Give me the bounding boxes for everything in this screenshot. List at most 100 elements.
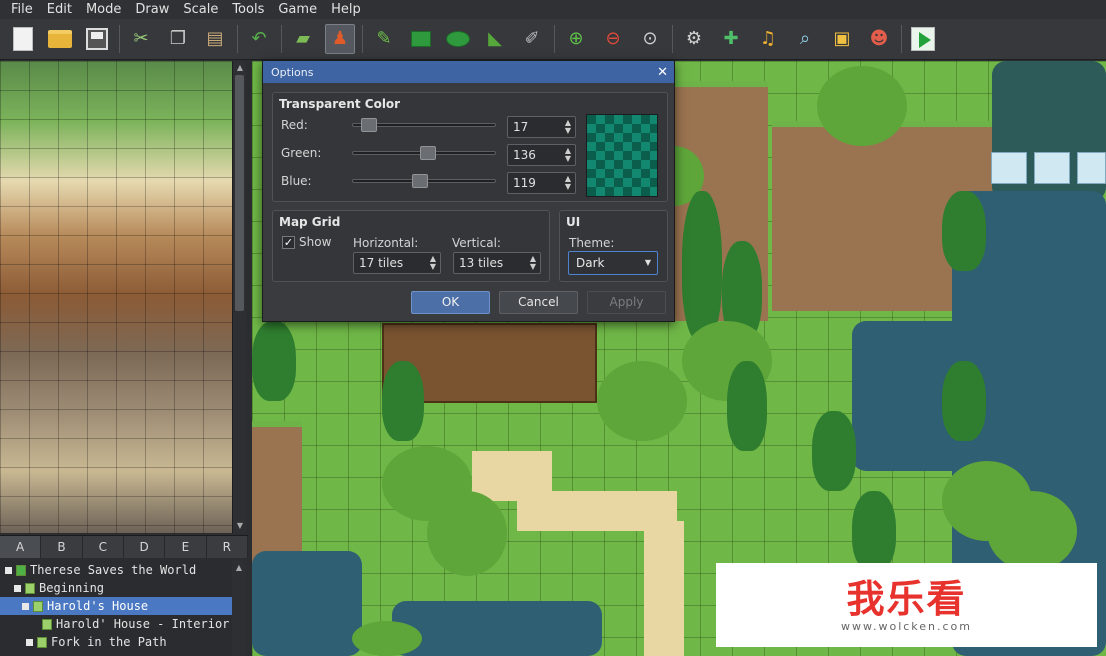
green-spinbox[interactable]: 136 ▲ ▼	[507, 144, 576, 166]
close-icon[interactable]: ✕	[657, 66, 668, 79]
collapse-icon[interactable]	[22, 603, 29, 610]
database-icon[interactable]: ⚙	[679, 24, 709, 54]
tileset-scrollbar[interactable]: ▲ ▼	[232, 61, 246, 533]
watermark-logo: 我乐看 www.wolcken.com	[716, 563, 1097, 647]
menu-game[interactable]: Game	[271, 0, 324, 19]
map-tree: Therese Saves the World Beginning Harold…	[0, 561, 232, 656]
tab-a[interactable]: A	[0, 536, 42, 558]
flood-fill-icon[interactable]: ◣	[480, 24, 510, 54]
water-terrain	[252, 551, 362, 656]
map-grid-group: Map Grid ✓ Show Horizontal: 17 tiles ▲ ▼ …	[272, 210, 550, 282]
apply-button[interactable]: Apply	[587, 291, 666, 314]
map-tree	[817, 66, 907, 146]
map-icon	[37, 637, 47, 648]
spin-arrows-icon[interactable]: ▲ ▼	[565, 147, 571, 163]
map-tree	[427, 491, 507, 576]
scrollbar-thumb[interactable]	[235, 75, 244, 311]
watermark-text: 我乐看	[846, 576, 967, 621]
book-icon	[16, 565, 26, 576]
sound-test-icon[interactable]: ♫	[753, 24, 783, 54]
vertical-spinbox[interactable]: 13 tiles ▲ ▼	[453, 252, 541, 274]
shadow-pen-icon[interactable]: ✐	[517, 24, 547, 54]
zoom-actual-icon[interactable]: ⊙	[635, 24, 665, 54]
blue-value: 119	[513, 176, 536, 190]
toolbar-separator	[119, 25, 120, 53]
new-document-icon[interactable]	[8, 24, 38, 54]
zoom-in-icon[interactable]: ⊕	[561, 24, 591, 54]
scroll-up-icon[interactable]: ▲	[234, 563, 244, 573]
red-slider-handle[interactable]	[360, 118, 377, 132]
tree-item-fork-in-the-path[interactable]: Fork in the Path	[0, 633, 232, 651]
tab-e[interactable]: E	[165, 536, 207, 558]
character-generator-icon[interactable]: ☻	[864, 24, 894, 54]
paste-icon[interactable]: ▤	[200, 24, 230, 54]
blue-slider-handle[interactable]	[411, 174, 428, 188]
tree-item-harolds-house-interior[interactable]: Harold' House - Interior	[0, 615, 232, 633]
menu-mode[interactable]: Mode	[79, 0, 128, 19]
ice-tile	[991, 152, 1027, 184]
menu-tools[interactable]: Tools	[225, 0, 271, 19]
spin-arrows-icon[interactable]: ▲ ▼	[430, 255, 436, 271]
plugin-manager-icon[interactable]: ✚	[716, 24, 746, 54]
blue-spinbox[interactable]: 119 ▲ ▼	[507, 172, 576, 194]
red-value: 17	[513, 120, 529, 134]
event-layer-icon[interactable]: ♟	[325, 24, 355, 54]
menu-help[interactable]: Help	[324, 0, 368, 19]
tab-c[interactable]: C	[82, 536, 124, 558]
pencil-icon[interactable]: ✎	[369, 24, 399, 54]
spin-arrows-icon[interactable]: ▲ ▼	[565, 175, 571, 191]
scroll-up-icon[interactable]: ▲	[235, 63, 245, 73]
undo-icon[interactable]: ↶	[244, 24, 274, 54]
event-searcher-icon[interactable]: ⌕	[790, 24, 820, 54]
tab-r[interactable]: R	[206, 536, 248, 558]
collapse-icon[interactable]	[14, 585, 21, 592]
ok-button[interactable]: OK	[411, 291, 490, 314]
scroll-down-icon[interactable]: ▼	[235, 521, 245, 531]
zoom-out-icon[interactable]: ⊖	[598, 24, 628, 54]
cancel-button[interactable]: Cancel	[499, 291, 578, 314]
green-value: 136	[513, 148, 536, 162]
map-tree	[942, 191, 986, 271]
tab-b[interactable]: B	[41, 536, 83, 558]
show-grid-checkbox[interactable]: ✓	[282, 236, 295, 249]
menu-file[interactable]: File	[4, 0, 40, 19]
ice-tile	[1077, 152, 1106, 184]
copy-icon[interactable]: ❐	[163, 24, 193, 54]
collapse-icon[interactable]	[5, 567, 12, 574]
theme-select[interactable]: Dark ▼	[568, 251, 658, 275]
tileset-palette[interactable]	[0, 61, 232, 533]
rpg-maker-window: File Edit Mode Draw Scale Tools Game Hel…	[0, 0, 1106, 656]
map-tree	[987, 491, 1077, 571]
menu-scale[interactable]: Scale	[176, 0, 225, 19]
map-tree	[852, 491, 896, 571]
ellipse-icon[interactable]	[443, 24, 473, 54]
collapse-icon[interactable]	[26, 639, 33, 646]
open-folder-icon[interactable]	[45, 24, 75, 54]
playtest-icon[interactable]	[908, 24, 938, 54]
tree-item-label: Harold' House - Interior	[56, 617, 230, 631]
spin-arrows-icon[interactable]: ▲ ▼	[530, 255, 536, 271]
green-slider-handle[interactable]	[420, 146, 437, 160]
options-dialog: Options ✕ Transparent Color Red: 17 ▲ ▼ G…	[262, 60, 675, 322]
toolbar-separator	[554, 25, 555, 53]
tileset-tabs: A B C D E R	[0, 535, 248, 558]
red-label: Red:	[281, 118, 308, 132]
tree-item-harolds-house[interactable]: Harold's House	[0, 597, 232, 615]
tab-d[interactable]: D	[123, 536, 166, 558]
tree-item-project[interactable]: Therese Saves the World	[0, 561, 232, 579]
map-tree	[942, 361, 986, 441]
tree-item-beginning[interactable]: Beginning	[0, 579, 232, 597]
spin-arrows-icon[interactable]: ▲ ▼	[565, 119, 571, 135]
menu-draw[interactable]: Draw	[128, 0, 176, 19]
theme-value: Dark	[576, 256, 605, 270]
map-layer-icon[interactable]: ▰	[288, 24, 318, 54]
horizontal-spinbox[interactable]: 17 tiles ▲ ▼	[353, 252, 441, 274]
cut-icon[interactable]: ✂	[126, 24, 156, 54]
red-spinbox[interactable]: 17 ▲ ▼	[507, 116, 576, 138]
resource-manager-icon[interactable]: ▣	[827, 24, 857, 54]
tree-scrollbar[interactable]: ▲	[232, 561, 246, 656]
save-disk-icon[interactable]	[82, 24, 112, 54]
rectangle-icon[interactable]	[406, 24, 436, 54]
menu-edit[interactable]: Edit	[40, 0, 79, 19]
group-heading: Transparent Color	[279, 97, 401, 111]
